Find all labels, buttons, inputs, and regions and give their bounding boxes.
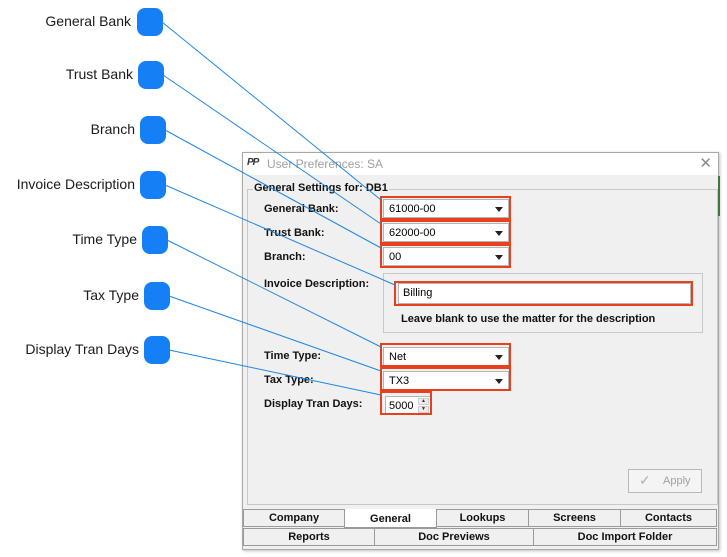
callout-dot-tax-type[interactable]	[144, 282, 170, 310]
branch-value: 00	[389, 251, 402, 263]
callout-dot-time-type[interactable]	[142, 226, 168, 254]
tax-type-select[interactable]: TX3	[383, 371, 509, 390]
trust-bank-value: 62000-00	[389, 227, 436, 239]
general-bank-label: General Bank:	[264, 203, 339, 215]
chevron-down-icon	[495, 231, 503, 236]
callout-label-invoice-description: Invoice Description	[16, 176, 135, 192]
chevron-down-icon	[495, 379, 503, 384]
callout-label-branch: Branch	[90, 121, 135, 137]
window-title: User Preferences: SA	[267, 157, 384, 171]
time-type-select[interactable]: Net	[383, 347, 509, 366]
callout-label-tax-type: Tax Type	[83, 287, 139, 303]
app-logo-icon: PP	[247, 157, 259, 168]
tab-doc-previews[interactable]: Doc Previews	[374, 528, 534, 546]
branch-select[interactable]: 00	[383, 247, 509, 266]
tab-general[interactable]: General	[344, 509, 437, 528]
invoice-description-hint: Leave blank to use the matter for the de…	[401, 313, 656, 325]
tab-screens[interactable]: Screens	[528, 509, 621, 527]
callout-dot-display-tran-days[interactable]	[144, 336, 170, 364]
user-preferences-dialog: PP User Preferences: SA ✕ General Settin…	[242, 152, 719, 550]
callout-dot-general-bank[interactable]	[137, 8, 163, 36]
callout-label-display-tran-days: Display Tran Days	[25, 341, 139, 357]
callout-dot-trust-bank[interactable]	[138, 61, 164, 89]
trust-bank-select[interactable]: 62000-00	[383, 223, 509, 242]
invoice-description-input[interactable]: Billing	[398, 283, 691, 304]
tab-lookups[interactable]: Lookups	[436, 509, 529, 527]
chevron-down-icon	[495, 355, 503, 360]
callout-label-time-type: Time Type	[72, 231, 137, 247]
display-tran-days-label: Display Tran Days:	[264, 398, 363, 410]
apply-label: Apply	[663, 475, 691, 487]
spin-down-icon[interactable]: ▼	[418, 406, 429, 413]
tab-company[interactable]: Company	[243, 509, 345, 527]
tax-type-value: TX3	[389, 375, 410, 387]
background-window-edge	[718, 176, 720, 216]
callout-dot-invoice-description[interactable]	[140, 171, 166, 199]
display-tran-days-stepper[interactable]: 5000 ▲ ▼	[385, 396, 431, 415]
general-bank-value: 61000-00	[389, 203, 436, 215]
time-type-value: Net	[389, 351, 407, 363]
spin-up-icon[interactable]: ▲	[418, 398, 429, 405]
callout-label-trust-bank: Trust Bank	[65, 66, 133, 82]
general-bank-select[interactable]: 61000-00	[383, 199, 509, 218]
display-tran-days-value: 5000	[389, 400, 414, 412]
group-title: General Settings for: DB1	[253, 182, 389, 194]
trust-bank-label: Trust Bank:	[264, 227, 325, 239]
branch-label: Branch:	[264, 251, 306, 263]
apply-button[interactable]: ✓ Apply	[628, 469, 702, 493]
time-type-label: Time Type:	[264, 350, 322, 362]
title-bar[interactable]: PP User Preferences: SA ✕	[243, 153, 718, 175]
chevron-down-icon	[495, 207, 503, 212]
checkmark-icon: ✓	[639, 472, 651, 488]
chevron-down-icon	[495, 255, 503, 260]
tax-type-label: Tax Type:	[264, 374, 314, 386]
tab-contacts[interactable]: Contacts	[620, 509, 717, 527]
invoice-description-label: Invoice Description:	[264, 278, 370, 290]
tab-doc-import-folder[interactable]: Doc Import Folder	[533, 528, 717, 546]
callout-dot-branch[interactable]	[140, 116, 166, 144]
close-button[interactable]: ✕	[699, 154, 712, 172]
tab-reports[interactable]: Reports	[243, 528, 375, 546]
callout-label-general-bank: General Bank	[45, 13, 131, 29]
